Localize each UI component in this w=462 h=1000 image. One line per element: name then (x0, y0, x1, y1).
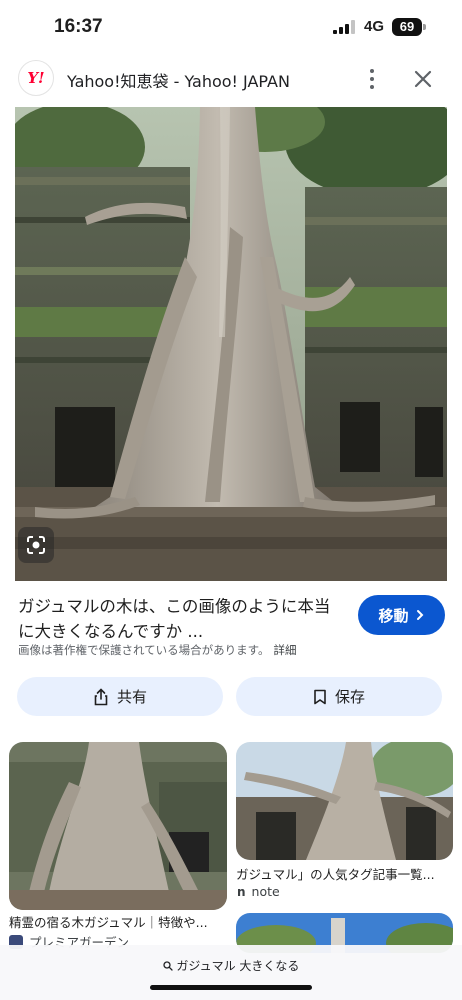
related-source-2: n note (237, 884, 280, 899)
related-caption-1[interactable]: 精霊の宿る木ガジュマル｜特徴や... (9, 912, 227, 931)
visit-button[interactable]: 移動 (358, 595, 445, 635)
visit-label: 移動 (378, 606, 409, 625)
yahoo-logo-text: Y! (27, 69, 45, 87)
share-button[interactable]: 共有 (17, 677, 223, 716)
search-icon (162, 961, 173, 971)
bottom-search-text: ガジュマル 大きくなる (176, 959, 300, 973)
bottom-search-bar[interactable]: ガジュマル 大きくなる (0, 945, 462, 1000)
related-image-1-picture (9, 742, 227, 910)
related-caption-2[interactable]: ガジュマル」の人気タグ記事一覧... (236, 864, 453, 883)
lens-icon (27, 536, 45, 554)
copyright-text: 画像は著作権で保護されている場合があります。 (18, 643, 270, 657)
source-header: Y! Yahoo!知恵袋 - Yahoo! JAPAN (0, 58, 462, 102)
related-source-2-label: note (251, 884, 280, 899)
yahoo-logo[interactable]: Y! (18, 60, 54, 96)
save-label: 保存 (334, 688, 365, 706)
network-label: 4G (364, 18, 385, 35)
status-time: 16:37 (54, 16, 103, 37)
related-image-2[interactable] (236, 742, 453, 860)
source-title[interactable]: Yahoo!知恵袋 - Yahoo! JAPAN (67, 68, 290, 92)
details-link[interactable]: 詳細 (274, 643, 297, 657)
bookmark-icon (314, 689, 326, 704)
home-indicator (150, 985, 312, 990)
more-options-icon[interactable] (360, 64, 384, 94)
result-title[interactable]: ガジュマルの木は、この画像のように本当に大きくなるんですか ... (18, 594, 343, 644)
tree-temple-image (15, 107, 447, 581)
close-icon[interactable] (410, 66, 436, 92)
note-favicon: n (237, 884, 246, 899)
related-image-2-picture (236, 742, 453, 860)
related-image-1[interactable] (9, 742, 227, 910)
signal-icon (333, 20, 355, 34)
bottom-search-query[interactable]: ガジュマル 大きくなる (0, 957, 462, 974)
battery-level: 69 (392, 18, 422, 36)
lens-search-button[interactable] (18, 527, 54, 563)
share-label: 共有 (116, 688, 147, 706)
save-button[interactable]: 保存 (236, 677, 442, 716)
copyright-notice: 画像は著作権で保護されている場合があります。 詳細 (18, 642, 297, 658)
battery-icon: 69 (392, 18, 426, 36)
chevron-right-icon (416, 610, 423, 620)
main-image[interactable] (15, 107, 447, 581)
status-bar: 16:37 4G 69 (0, 0, 462, 54)
share-icon (94, 687, 108, 705)
